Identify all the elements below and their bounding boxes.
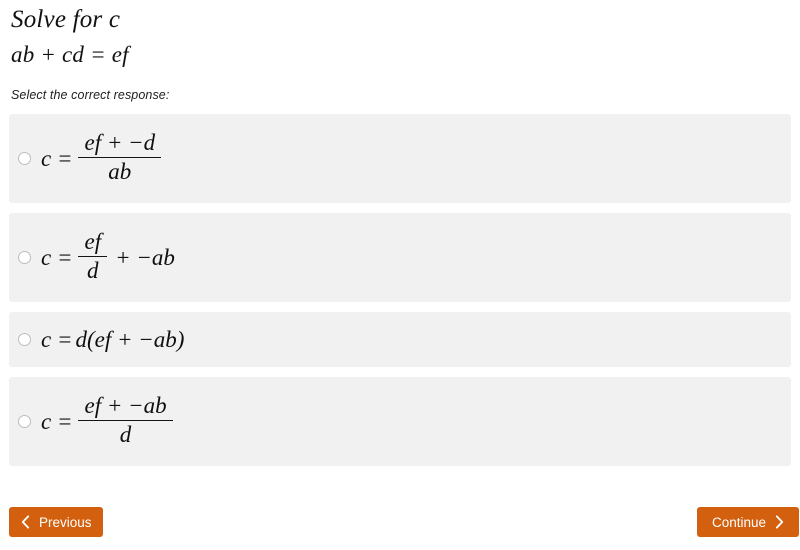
question-equation: ab + cd = ef — [11, 42, 129, 67]
question-stem: Solve for c ab + cd = ef — [9, 0, 791, 71]
chevron-right-icon — [775, 515, 784, 529]
radio-button-option-d[interactable] — [18, 415, 31, 428]
fraction-denominator: d — [119, 422, 132, 447]
option-row[interactable]: c = d(ef + −ab) — [9, 312, 791, 367]
navigation-footer: Previous Continue — [0, 507, 800, 550]
answer-options-list: c = ef + −d ab c = ef d + −ab c = d(ef +… — [9, 114, 791, 466]
chevron-left-icon — [21, 515, 30, 529]
option-c-body: d(ef + −ab) — [75, 327, 185, 352]
fraction-denominator: d — [87, 258, 99, 283]
continue-button[interactable]: Continue — [697, 507, 799, 537]
option-d-lhs: c = — [41, 409, 73, 434]
fraction: ef d — [78, 228, 108, 284]
fraction-numerator: ef — [84, 228, 102, 254]
quiz-question-page: Solve for c ab + cd = ef Select the corr… — [0, 0, 800, 550]
option-row[interactable]: c = ef d + −ab — [9, 213, 791, 302]
page-title: Solve for c — [11, 6, 121, 33]
option-a-lhs: c = — [41, 146, 73, 171]
fraction: ef + −d ab — [78, 129, 162, 185]
radio-button-option-c[interactable] — [18, 333, 31, 346]
instruction-text: Select the correct response: — [11, 88, 170, 102]
previous-button[interactable]: Previous — [9, 507, 103, 537]
radio-button-option-b[interactable] — [18, 251, 31, 264]
radio-button-option-a[interactable] — [18, 152, 31, 165]
previous-button-label: Previous — [39, 514, 92, 530]
continue-button-label: Continue — [711, 514, 767, 530]
option-b-lhs: c = — [41, 245, 73, 270]
option-row[interactable]: c = ef + −ab d — [9, 377, 791, 466]
option-c-expression: c = d(ef + −ab) — [41, 328, 184, 351]
option-c-lhs: c = — [41, 327, 73, 352]
fraction-numerator: ef + −d — [84, 129, 156, 155]
option-row[interactable]: c = ef + −d ab — [9, 114, 791, 203]
fraction: ef + −ab d — [78, 392, 173, 448]
option-a-expression: c = ef + −d ab — [41, 129, 164, 186]
fraction-numerator: ef + −ab — [84, 392, 167, 418]
option-b-expression: c = ef d + −ab — [41, 228, 180, 285]
fraction-denominator: ab — [108, 159, 132, 184]
option-d-expression: c = ef + −ab d — [41, 392, 176, 449]
option-b-tail: + −ab — [115, 245, 175, 270]
